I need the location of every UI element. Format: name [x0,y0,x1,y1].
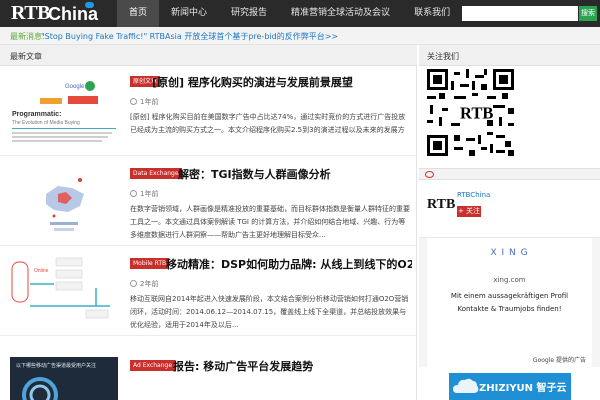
article-item: Data Exchange 解密：TGI指数与人群画像分析 1年前 在数字营销领… [0,156,417,246]
ad-copy-line1: Mit einem aussagekräftigen Profil [450,292,569,300]
svg-text:以下哪些移动广告渠道最受用户关注: 以下哪些移动广告渠道最受用户关注 [16,362,96,369]
wechat-qr-code: RTB [427,69,514,156]
ad-banner-xing[interactable]: X I N G xing.com Mit einem aussagekräfti… [419,237,600,368]
article-excerpt: 移动互联网自2014年起进入快速发展阶段，本文结合案例分析移动营销如何打通O2O… [130,295,409,329]
article-meta: 1年前 [130,97,158,107]
article-thumbnail[interactable]: Google Programmatic: The Evolution of Me… [10,74,118,146]
clock-icon [130,190,137,197]
article-tag[interactable]: Mobile RTB [130,258,170,269]
section-title: 最新文章 [10,52,42,61]
article-time: 1年前 [140,190,159,198]
main-nav: 首页 新闻中心 研究报告 精准营销全球活动及会议 联系我们 [117,0,462,27]
logo-rtb-text: RTB [11,2,50,24]
search-button[interactable]: 搜索 [579,6,597,21]
article-excerpt: [原创] 程序化购买目前在美国数字广告中占比达74%，通过实时竞价的方式进行广告… [130,113,406,134]
article-thumbnail[interactable]: Online [10,254,118,326]
ticker-link[interactable]: "Stop Buying Fake Traffic!" RTBAsia 开放全球… [41,31,338,42]
article-item: Google Programmatic: The Evolution of Me… [0,66,417,156]
weibo-widget-bar [419,168,600,180]
ad-copy-line2: Kontakte & Traumjobs finden! [457,305,562,313]
ad-banner-zhiziyun[interactable]: ZHIZIYUN 智子云 [449,373,571,400]
weibo-follow-button[interactable]: + 关注 [457,206,481,217]
nav-item-home[interactable]: 首页 [117,0,160,27]
news-ticker: 最新消息: "Stop Buying Fake Traffic!" RTBAsi… [0,27,600,45]
article-title[interactable]: 解密：TGI指数与人群画像分析 [178,166,331,181]
nav-item-news[interactable]: 新闻中心 [159,0,219,27]
ad-banner-inner: X I N G xing.com Mit einem aussagekräfti… [427,238,592,368]
svg-text:Online: Online [34,268,49,274]
nav-item-contact[interactable]: 联系我们 [402,0,462,27]
article-meta: 1年前 [130,189,158,199]
article-title[interactable]: 移动精准：DSP如何助力品牌: 从线上到线下的O2O营销闭环解析 [166,256,412,270]
logo-dot [85,2,94,8]
article-thumbnail[interactable]: 以下哪些移动广告渠道最受用户关注 [10,357,118,400]
ad-attribution[interactable]: Google 提供的广告 [533,355,586,364]
weibo-avatar-logo[interactable]: RTB [427,197,455,213]
latest-articles-header: 最新文章 [0,45,417,66]
ad-title[interactable]: X I N G [427,248,592,258]
svg-text:Programmatic:: Programmatic: [12,111,61,118]
article-tag[interactable]: Ad Exchange [130,360,176,371]
clock-icon [130,98,137,105]
nav-item-events[interactable]: 精准营销全球活动及会议 [279,0,402,27]
article-meta: 2年前 [130,279,158,289]
sidebar: 关注我们 RTB RTB RTBChina + 关注 X I N G xing.… [419,45,600,400]
ticker-label: 最新消息: [10,32,45,41]
ad-url[interactable]: xing.com [427,276,592,284]
weibo-account-name[interactable]: RTBChina [457,191,490,199]
svg-text:Google: Google [65,84,85,90]
nav-item-reports[interactable]: 研究报告 [219,0,279,27]
article-item: Online Mobile RTB 移动精准：DSP如何助力品牌: 从线上到线下… [0,246,417,336]
article-item: 以下哪些移动广告渠道最受用户关注 Ad Exchange 报告: 移动广告平台发… [0,351,417,400]
main-column: 最新文章 Google Programmatic: The Evolution … [0,45,417,400]
ad2-brand-text: ZHIZIYUN 智子云 [479,383,567,394]
top-nav-bar: RTB China 首页 新闻中心 研究报告 精准营销全球活动及会议 联系我们 … [0,0,600,27]
site-logo[interactable]: RTB China [11,2,107,24]
article-title[interactable]: [原创] 程序化购买的演进与发展前景展望 [152,74,353,89]
svg-text:RTB: RTB [460,104,493,123]
article-tag[interactable]: Data Exchange [130,168,182,179]
follow-us-header: 关注我们 [419,45,600,66]
search-input[interactable] [462,6,578,21]
sidebar-section-title: 关注我们 [427,52,459,61]
article-time: 1年前 [140,98,159,106]
article-thumbnail[interactable] [10,164,118,236]
article-excerpt: 在数字营销领域，人群画像是精准投放的重要基础，而目标群体指数是衡量人群特征的重要… [130,205,410,239]
article-time: 2年前 [140,280,159,288]
article-title[interactable]: 报告: 移动广告平台发展趋势 [173,358,313,373]
weibo-eye-icon [425,171,434,178]
svg-text:The Evolution of Media Buying: The Evolution of Media Buying [12,120,80,126]
clock-icon [130,280,137,287]
